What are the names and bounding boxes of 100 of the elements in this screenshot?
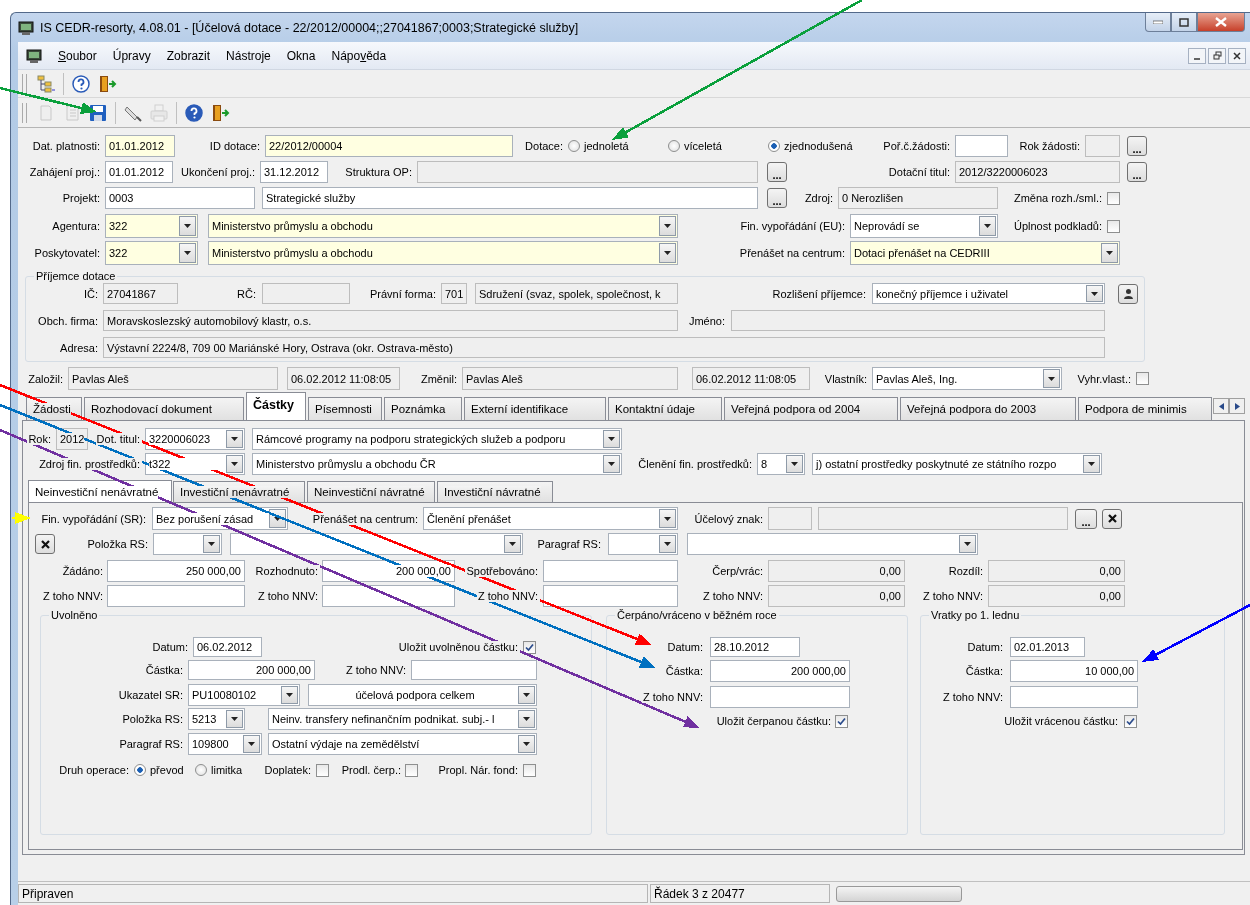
tab[interactable]: Žádosti — [26, 397, 82, 420]
text-field[interactable] — [107, 585, 245, 607]
text-field[interactable] — [1010, 686, 1138, 708]
door-icon[interactable] — [97, 73, 117, 94]
text-field[interactable]: 01.01.2012 — [105, 135, 175, 157]
text-field[interactable]: 200 000,00 — [322, 560, 455, 582]
text-field[interactable]: Moravskoslezský automobilový klastr, o.s. — [103, 310, 678, 331]
dropdown[interactable]: Ministerstvo průmyslu a obchodu — [208, 241, 678, 265]
door-icon[interactable] — [210, 102, 230, 123]
checkbox[interactable] — [1107, 219, 1120, 233]
menu-item[interactable]: Zobrazit — [160, 48, 217, 63]
browse-button[interactable]: ... — [1127, 162, 1147, 182]
checkbox[interactable] — [523, 640, 536, 654]
dropdown[interactable]: Bez porušení zásad — [152, 507, 288, 530]
checkbox[interactable] — [1124, 714, 1137, 728]
dropdown[interactable]: j) ostatní prostředky poskytnuté ze státního rozpo — [812, 453, 1102, 475]
minimize-icon[interactable] — [1145, 13, 1171, 32]
dropdown[interactable]: 3220006023 — [145, 428, 245, 450]
lookup-button[interactable] — [1118, 283, 1138, 304]
browse-button[interactable]: ... — [767, 188, 787, 208]
tab[interactable]: Veřejná podpora do 2003 — [900, 397, 1076, 420]
dropdown[interactable]: 5213 — [188, 708, 245, 730]
clear-button[interactable] — [1102, 508, 1122, 529]
text-field[interactable]: Pavlas Aleš — [462, 367, 678, 390]
text-field[interactable]: 27041867 — [103, 283, 178, 304]
text-field[interactable]: Pavlas Aleš — [68, 367, 278, 390]
dropdown[interactable]: t322 — [145, 453, 245, 475]
menu-item[interactable]: Okna — [280, 48, 322, 63]
text-field[interactable]: 0003 — [105, 187, 255, 209]
dropdown[interactable]: 322 — [105, 241, 198, 265]
text-field[interactable]: 0,00 — [988, 560, 1125, 582]
text-field[interactable]: 200 000,00 — [710, 660, 850, 682]
text-field[interactable]: Sdružení (svaz, spolek, společnost, k — [475, 283, 678, 304]
checkbox[interactable] — [405, 763, 418, 777]
dropdown[interactable]: 322 — [105, 214, 198, 238]
text-field[interactable]: 01.01.2012 — [105, 161, 173, 183]
text-field[interactable]: 22/2012/00004 — [265, 135, 513, 157]
text-field[interactable] — [731, 310, 1105, 331]
tab[interactable]: Externí identifikace — [464, 397, 606, 420]
radio-button[interactable]: víceletá — [668, 140, 722, 152]
text-field[interactable]: 250 000,00 — [107, 560, 245, 582]
menu-item[interactable]: Soubor — [52, 48, 103, 63]
text-field[interactable]: Výstavní 2224/8, 709 00 Mariánské Hory, Ostrava (okr. Ostrava-město) — [103, 337, 1105, 358]
text-field[interactable]: 2012/3220006023 — [955, 161, 1120, 183]
text-field[interactable]: 02.01.2013 — [1010, 637, 1085, 657]
browse-button[interactable]: ... — [767, 162, 787, 182]
tab[interactable]: Veřejná podpora od 2004 — [724, 397, 898, 420]
text-field[interactable]: 701 — [441, 283, 467, 304]
text-field[interactable]: 0,00 — [768, 585, 905, 607]
text-field[interactable] — [1085, 135, 1120, 157]
tab[interactable]: Písemnosti — [308, 397, 382, 420]
dropdown[interactable]: konečný příjemce i uživatel — [872, 283, 1105, 304]
text-field[interactable] — [262, 283, 350, 304]
minimize-icon[interactable] — [1188, 47, 1206, 64]
tab[interactable]: Podpora de minimis — [1078, 397, 1212, 420]
dropdown[interactable]: Pavlas Aleš, Ing. — [872, 367, 1062, 390]
checkbox[interactable] — [523, 763, 536, 777]
dropdown[interactable]: 8 — [757, 453, 805, 475]
help-icon[interactable] — [184, 102, 204, 123]
browse-button[interactable]: ... — [1075, 508, 1097, 529]
checkbox[interactable] — [1107, 191, 1120, 205]
text-field[interactable]: 06.02.2012 11:08:05 — [287, 367, 400, 390]
text-field[interactable] — [411, 660, 537, 680]
clear-button[interactable] — [35, 534, 55, 554]
checkbox[interactable] — [835, 714, 848, 728]
text-field[interactable]: 0,00 — [768, 560, 905, 582]
text-field[interactable] — [710, 686, 850, 708]
menu-item[interactable]: Nápověda — [325, 48, 393, 63]
tab[interactable]: Rozhodovací dokument — [84, 397, 244, 420]
tab[interactable]: Investiční nenávratné — [173, 481, 305, 502]
tree-icon[interactable] — [36, 73, 56, 94]
text-field[interactable]: 06.02.2012 — [193, 637, 262, 657]
close-icon[interactable] — [1197, 13, 1245, 32]
text-field[interactable] — [543, 560, 678, 582]
radio-button[interactable]: zjednodušená — [768, 140, 853, 152]
text-field[interactable] — [955, 135, 1008, 157]
text-field[interactable]: 10 000,00 — [1010, 660, 1138, 682]
dropdown[interactable] — [230, 533, 523, 555]
text-field[interactable]: Strategické služby — [262, 187, 758, 209]
tab[interactable]: Neinvestiční návratné — [307, 481, 435, 502]
close-icon[interactable] — [1228, 47, 1246, 64]
text-field[interactable]: 06.02.2012 11:08:05 — [692, 367, 810, 390]
dropdown[interactable]: účelová podpora celkem — [308, 684, 537, 706]
tab[interactable]: Částky — [246, 392, 306, 421]
dropdown[interactable]: PU10080102 — [188, 684, 300, 706]
text-field[interactable]: 200 000,00 — [188, 660, 315, 680]
tab[interactable]: Investiční návratné — [437, 481, 553, 502]
tab[interactable]: Poznámka — [384, 397, 462, 420]
text-field[interactable] — [543, 585, 678, 607]
menu-item[interactable]: Nástroje — [220, 48, 277, 63]
browse-button[interactable]: ... — [1127, 136, 1147, 156]
radio-button[interactable]: převod — [134, 764, 184, 776]
dropdown[interactable]: Ministerstvo průmyslu a obchodu ČR — [252, 453, 622, 475]
text-field[interactable]: 0,00 — [988, 585, 1125, 607]
save-icon[interactable] — [88, 102, 108, 123]
dropdown[interactable]: Dotaci přenášet na CEDRIII — [850, 241, 1120, 265]
text-field[interactable]: 0 Nerozlišen — [838, 187, 998, 209]
dropdown[interactable]: Neinv. transfery nefinančním podnikat. subj.- l — [268, 708, 537, 730]
text-field[interactable] — [417, 161, 758, 183]
checkbox[interactable] — [1136, 372, 1149, 385]
